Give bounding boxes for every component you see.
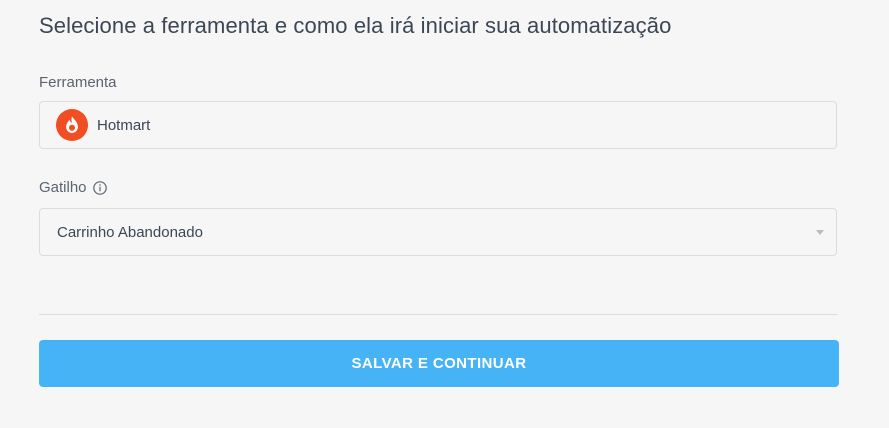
automation-setup-form: Selecione a ferramenta e como ela irá in… (0, 0, 889, 428)
form-divider (39, 314, 838, 315)
trigger-select[interactable]: Carrinho Abandonado (39, 208, 837, 256)
tool-select[interactable]: Hotmart (39, 101, 837, 149)
chevron-down-icon (816, 230, 824, 235)
save-and-continue-button[interactable]: SALVAR E CONTINUAR (39, 340, 839, 387)
trigger-label: Gatilho (39, 179, 107, 196)
tool-value: Hotmart (97, 116, 151, 134)
tool-label-text: Ferramenta (39, 74, 117, 91)
page-title: Selecione a ferramenta e como ela irá in… (39, 13, 672, 38)
trigger-label-text: Gatilho (39, 179, 87, 196)
info-icon[interactable] (92, 180, 107, 195)
tool-label: Ferramenta (39, 74, 117, 91)
hotmart-logo-icon (56, 109, 88, 141)
trigger-value: Carrinho Abandonado (57, 223, 203, 241)
